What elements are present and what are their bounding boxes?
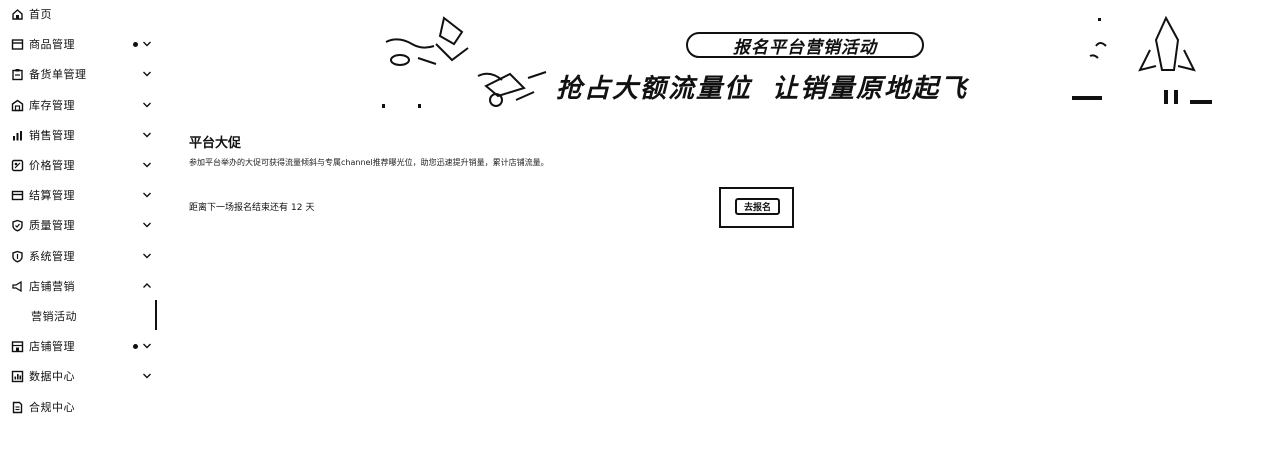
chevron-down-icon[interactable] [142, 68, 152, 80]
banner-pill: 报名平台营销活动 [686, 32, 924, 58]
sidebar-item-label: 结算管理 [29, 189, 75, 203]
chevron-up-icon[interactable] [142, 280, 152, 292]
sidebar-item[interactable]: 质量管理 [0, 215, 160, 237]
sidebar: 首页商品管理备货单管理库存管理销售管理价格管理结算管理质量管理系统管理店铺营销营… [0, 0, 160, 472]
sidebar-item-label: 数据中心 [29, 370, 75, 384]
active-indicator [155, 300, 157, 330]
sidebar-item[interactable]: 备货单管理 [0, 64, 160, 86]
chevron-down-icon[interactable] [142, 370, 152, 382]
sidebar-subitem[interactable]: 营销活动 [0, 306, 160, 328]
store-icon [11, 340, 24, 353]
sidebar-item-label: 合规中心 [29, 400, 75, 414]
sidebar-item[interactable]: 库存管理 [0, 95, 160, 117]
sidebar-item-label: 系统管理 [29, 249, 75, 263]
sidebar-item-label: 商品管理 [29, 38, 75, 52]
sidebar-item-label: 首页 [29, 8, 52, 21]
sidebar-item[interactable]: 合规中心 [0, 397, 160, 419]
chevron-down-icon[interactable] [142, 99, 152, 111]
sidebar-item-label: 营销活动 [31, 310, 77, 323]
notification-dot [133, 344, 138, 350]
signup-button[interactable]: 去报名 [735, 198, 780, 215]
sidebar-item[interactable]: 结算管理 [0, 185, 160, 207]
section-description: 参加平台举办的大促可获得流量倾斜与专属channel推荐曝光位，助您迅速提升销量… [189, 158, 549, 167]
sidebar-item[interactable]: 商品管理 [0, 34, 160, 56]
sidebar-item[interactable]: 数据中心 [0, 366, 160, 388]
chevron-down-icon[interactable] [142, 250, 152, 262]
clipboard-icon [11, 68, 24, 81]
sidebar-item-label: 店铺管理 [29, 340, 75, 354]
chart-icon [11, 129, 24, 142]
chevron-down-icon[interactable] [142, 129, 152, 141]
shield-icon [11, 250, 24, 263]
home-icon [11, 8, 24, 21]
megaphone-icon [11, 280, 24, 293]
sidebar-item-label: 店铺营销 [29, 279, 75, 293]
banner-slogan: 抢占大额流量位 让销量原地起飞 [556, 74, 969, 104]
data-icon [11, 370, 24, 383]
sidebar-item[interactable]: 店铺管理 [0, 336, 160, 358]
sidebar-item[interactable]: 价格管理 [0, 155, 160, 177]
notification-dot [133, 42, 138, 48]
product-icon [11, 38, 24, 51]
sidebar-item[interactable]: 销售管理 [0, 125, 160, 147]
price-tag-icon [11, 159, 24, 172]
section-title: 平台大促 [189, 136, 242, 151]
countdown-text: 距离下一场报名结束还有 12 天 [189, 203, 315, 213]
sidebar-item[interactable]: 店铺营销 [0, 276, 160, 298]
document-icon [11, 401, 24, 414]
warehouse-icon [11, 99, 24, 112]
chevron-down-icon[interactable] [142, 189, 152, 201]
promo-banner[interactable]: 报名平台营销活动 抢占大额流量位 让销量原地起飞 [350, 10, 1220, 110]
sidebar-item-label: 质量管理 [29, 219, 75, 233]
sidebar-item[interactable]: 系统管理 [0, 246, 160, 268]
paper-plane-illustration [382, 16, 547, 108]
chevron-down-icon[interactable] [142, 38, 152, 50]
sidebar-item-label: 销售管理 [29, 128, 75, 142]
shield-check-icon [11, 219, 24, 232]
chevron-down-icon[interactable] [142, 159, 152, 171]
wallet-icon [11, 189, 24, 202]
chevron-down-icon[interactable] [142, 340, 152, 352]
sidebar-item-label: 库存管理 [29, 98, 75, 112]
rocket-illustration [1072, 15, 1212, 104]
sidebar-item-label: 备货单管理 [29, 68, 87, 82]
sidebar-item-label: 价格管理 [29, 159, 75, 172]
chevron-down-icon[interactable] [142, 219, 152, 231]
signup-button-frame: 去报名 [719, 187, 794, 228]
sidebar-item[interactable]: 首页 [0, 4, 160, 26]
